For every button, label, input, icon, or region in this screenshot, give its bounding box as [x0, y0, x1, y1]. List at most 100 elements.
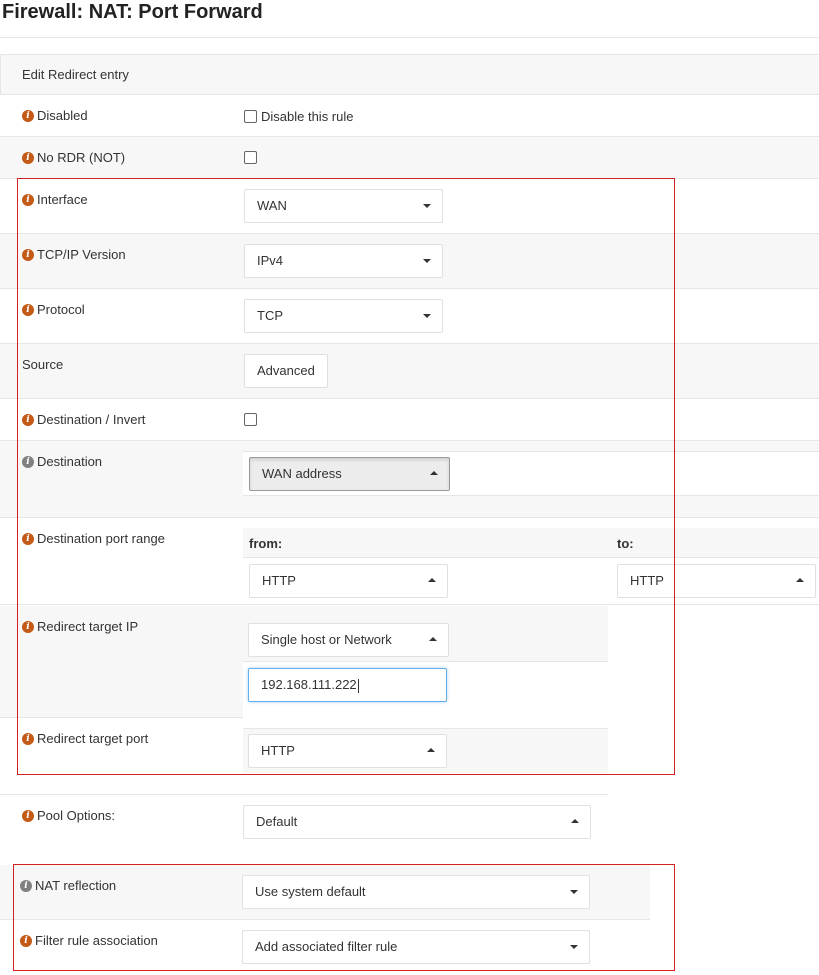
chevron-down-icon [570, 945, 578, 949]
redirect-target-port-select[interactable]: HTTP [248, 734, 447, 768]
destination-select-value: WAN address [262, 466, 342, 481]
info-icon[interactable]: i [22, 193, 34, 206]
no-rdr-label-text: No RDR (NOT) [37, 150, 126, 165]
interface-label: i Interface [22, 192, 88, 207]
row-source: Source Advanced [0, 344, 819, 399]
redirect-target-ip-label: i Redirect target IP [22, 619, 138, 634]
info-icon[interactable]: i [22, 455, 34, 468]
info-icon[interactable]: i [22, 532, 34, 545]
info-icon[interactable]: i [22, 732, 34, 745]
disable-rule-checkbox-label[interactable]: Disable this rule [261, 109, 354, 124]
destination-label: i Destination [22, 454, 102, 469]
tcpip-version-label: i TCP/IP Version [22, 247, 126, 262]
redirect-target-ip-input[interactable]: 192.168.111.222 [248, 668, 447, 702]
pool-options-label: i Pool Options: [22, 808, 115, 823]
chevron-up-icon [429, 637, 437, 641]
port-range-to-label: to: [617, 536, 634, 551]
pool-options-label-text: Pool Options: [37, 808, 116, 823]
chevron-down-icon [423, 314, 431, 318]
nat-reflection-select[interactable]: Use system default [242, 875, 590, 909]
row-destination-invert: i Destination / Invert [0, 399, 819, 441]
destination-invert-label-text: Destination / Invert [37, 412, 146, 427]
redirect-target-port-label: i Redirect target port [22, 731, 148, 746]
chevron-up-icon [796, 578, 804, 582]
info-icon[interactable]: i [20, 934, 32, 947]
info-icon[interactable]: i [22, 151, 34, 164]
pool-options-value: Default [256, 814, 298, 829]
filter-rule-association-label: i Filter rule association [20, 933, 158, 948]
port-range-from-select[interactable]: HTTP [249, 564, 448, 598]
info-icon[interactable]: i [22, 109, 34, 122]
destination-port-range-label: i Destination port range [22, 531, 165, 546]
info-icon[interactable]: i [22, 413, 34, 426]
protocol-label-text: Protocol [37, 302, 85, 317]
chevron-down-icon [423, 259, 431, 263]
info-icon[interactable]: i [22, 248, 34, 261]
nat-reflection-label-text: NAT reflection [35, 878, 117, 893]
port-range-header-band [243, 528, 819, 558]
row-protocol: i Protocol TCP [0, 289, 819, 344]
chevron-down-icon [423, 204, 431, 208]
redirect-target-port-label-text: Redirect target port [37, 731, 149, 746]
page-title: Firewall: NAT: Port Forward [0, 0, 819, 38]
no-rdr-checkbox[interactable] [244, 151, 257, 164]
chevron-up-icon [427, 748, 435, 752]
row-no-rdr: i No RDR (NOT) [0, 137, 819, 179]
port-range-to-value: HTTP [630, 573, 664, 588]
disable-rule-checkbox[interactable] [244, 110, 257, 123]
interface-label-text: Interface [37, 192, 88, 207]
destination-port-range-label-text: Destination port range [37, 531, 165, 546]
panel-heading: Edit Redirect entry [0, 54, 819, 95]
row-destination-port-range: i Destination port range from: to: HTTP … [0, 518, 819, 607]
row-interface: i Interface WAN [0, 179, 819, 234]
disabled-label-text: Disabled [37, 108, 88, 123]
row-filter-rule-association: i Filter rule association Add associated… [0, 920, 650, 975]
protocol-select-value: TCP [257, 308, 283, 323]
protocol-select[interactable]: TCP [244, 299, 443, 333]
tcpip-version-select[interactable]: IPv4 [244, 244, 443, 278]
chevron-down-icon [570, 890, 578, 894]
row-redirect-target-ip: i Redirect target IP Single host or Netw… [0, 606, 608, 718]
row-tcpip-version: i TCP/IP Version IPv4 [0, 234, 819, 289]
text-caret [357, 678, 359, 693]
row-nat-reflection: i NAT reflection Use system default [0, 865, 650, 920]
tcpip-version-label-text: TCP/IP Version [37, 247, 126, 262]
redirect-target-ip-value: 192.168.111.222 [261, 677, 357, 692]
filter-rule-association-label-text: Filter rule association [35, 933, 158, 948]
info-icon[interactable]: i [22, 620, 34, 633]
redirect-target-port-value: HTTP [261, 743, 295, 758]
filter-rule-association-value: Add associated filter rule [255, 939, 398, 954]
port-range-to-select[interactable]: HTTP [617, 564, 816, 598]
chevron-up-icon [430, 471, 438, 475]
row-destination: i Destination WAN address [0, 441, 819, 518]
destination-select[interactable]: WAN address [249, 457, 450, 491]
chevron-up-icon [571, 819, 579, 823]
row-redirect-target-port: i Redirect target port HTTP [0, 718, 608, 795]
destination-invert-label: i Destination / Invert [22, 412, 145, 427]
redirect-target-type-select[interactable]: Single host or Network [248, 623, 449, 657]
info-icon[interactable]: i [22, 809, 34, 822]
destination-label-text: Destination [37, 454, 103, 469]
info-icon[interactable]: i [20, 879, 32, 892]
row-disabled: i Disabled Disable this rule [0, 95, 819, 137]
pool-options-select[interactable]: Default [243, 805, 591, 839]
protocol-label: i Protocol [22, 302, 85, 317]
chevron-up-icon [428, 578, 436, 582]
source-advanced-button[interactable]: Advanced [244, 354, 328, 388]
disabled-label: i Disabled [22, 108, 88, 123]
nat-reflection-value: Use system default [255, 884, 366, 899]
redirect-target-ip-label-text: Redirect target IP [37, 619, 139, 634]
interface-select[interactable]: WAN [244, 189, 443, 223]
port-range-from-label: from: [249, 536, 283, 551]
redirect-target-type-value: Single host or Network [261, 632, 392, 647]
no-rdr-label: i No RDR (NOT) [22, 150, 125, 165]
filter-rule-association-select[interactable]: Add associated filter rule [242, 930, 590, 964]
interface-select-value: WAN [257, 198, 287, 213]
row-pool-options: i Pool Options: Default [0, 795, 608, 860]
source-label: Source [22, 357, 64, 372]
tcpip-version-select-value: IPv4 [257, 253, 284, 268]
info-icon[interactable]: i [22, 303, 34, 316]
nat-reflection-label: i NAT reflection [20, 878, 116, 893]
port-range-from-value: HTTP [262, 573, 296, 588]
destination-invert-checkbox[interactable] [244, 413, 257, 426]
